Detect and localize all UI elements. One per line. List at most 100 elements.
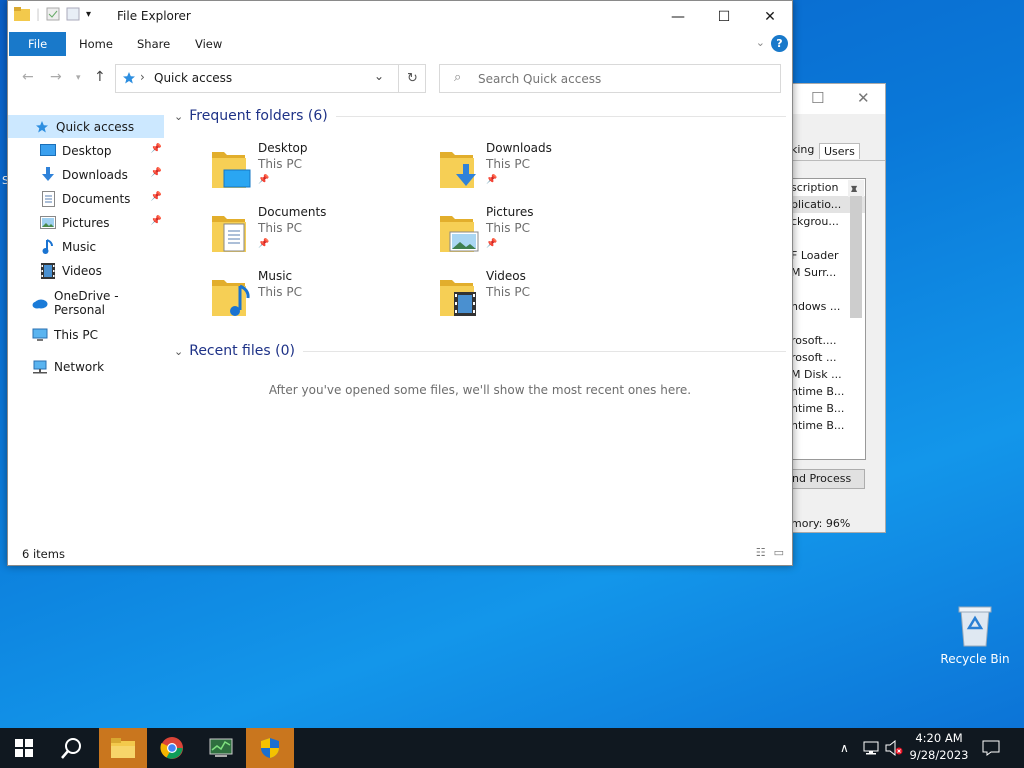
onedrive-icon — [32, 295, 48, 311]
folder-location: This PC — [486, 221, 530, 235]
maximize-icon[interactable]: ☐ — [811, 89, 824, 107]
view-toggle: ☷ ▭ — [756, 546, 784, 559]
minimize-button[interactable]: — — [655, 1, 701, 32]
new-folder-icon[interactable] — [66, 7, 80, 21]
tab-home[interactable]: Home — [65, 32, 127, 56]
action-center-button[interactable] — [982, 728, 1000, 768]
up-icon[interactable]: ↑ — [94, 69, 106, 85]
process-row[interactable]: rosoft ... — [791, 349, 865, 366]
tab-file[interactable]: File — [9, 32, 67, 56]
nav-this-pc[interactable]: This PC — [8, 323, 164, 346]
folder-location: This PC — [258, 221, 302, 235]
nav-onedrive[interactable]: OneDrive - Personal — [8, 289, 164, 317]
folder-tile-downloads[interactable]: Downloads This PC 📌 — [438, 141, 658, 202]
address-dropdown-icon[interactable]: ⌄ — [374, 69, 384, 83]
scroll-thumb[interactable] — [850, 196, 862, 318]
search-button[interactable] — [48, 728, 96, 768]
nav-documents[interactable]: Documents 📌 — [8, 187, 164, 210]
desktop-folder-icon — [212, 152, 251, 188]
folder-location: This PC — [258, 285, 302, 299]
nav-label: Downloads — [62, 167, 128, 182]
folder-tile-documents[interactable]: Documents This PC 📌 — [210, 205, 430, 266]
start-button[interactable] — [0, 728, 48, 768]
volume-tray-icon[interactable] — [885, 728, 903, 768]
nav-pictures[interactable]: Pictures 📌 — [8, 211, 164, 234]
end-process-button[interactable]: nd Process — [791, 469, 865, 489]
nav-label: Quick access — [56, 119, 135, 134]
process-row[interactable]: ntime B... — [791, 400, 865, 417]
customize-qat-icon[interactable]: ▾ — [86, 9, 91, 20]
nav-label: This PC — [54, 327, 98, 342]
refresh-icon[interactable]: ↻ — [398, 65, 426, 92]
tab-users[interactable]: Users — [819, 143, 860, 159]
section-title: Frequent folders (6) — [189, 108, 328, 124]
network-tray-icon[interactable] — [862, 728, 880, 768]
scroll-down-icon[interactable]: ▼ — [851, 180, 857, 197]
process-list-scrollbar[interactable]: ▲ ▼ — [848, 180, 864, 318]
shield-icon — [261, 738, 279, 758]
recycle-bin[interactable]: Recycle Bin — [940, 604, 1010, 666]
pin-icon: 📌 — [150, 216, 162, 226]
nav-network[interactable]: Network — [8, 355, 164, 378]
videos-icon — [40, 262, 56, 279]
close-icon[interactable]: ✕ — [857, 89, 870, 107]
properties-icon[interactable] — [46, 7, 60, 21]
nav-desktop[interactable]: Desktop 📌 — [8, 139, 164, 162]
folder-tile-pictures[interactable]: Pictures This PC 📌 — [438, 205, 658, 266]
forward-icon[interactable]: → — [50, 69, 62, 85]
taskbar-file-explorer[interactable] — [99, 728, 147, 768]
nav-label: Desktop — [62, 143, 112, 158]
tab-share[interactable]: Share — [123, 32, 184, 56]
process-row[interactable]: ntime B... — [791, 417, 865, 434]
search-input[interactable] — [478, 69, 768, 89]
nav-videos[interactable]: Videos — [8, 259, 164, 282]
search-icon — [61, 738, 81, 759]
recent-files-header[interactable]: ⌄ Recent files (0) — [174, 343, 786, 359]
file-explorer-window[interactable]: | ▾ File Explorer — ☐ ✕ File Home Share … — [7, 0, 793, 566]
taskbar-chrome[interactable] — [148, 728, 196, 768]
pin-icon: 📌 — [486, 175, 498, 185]
pictures-icon — [40, 215, 56, 231]
clock-date: 9/28/2023 — [909, 748, 969, 762]
process-row[interactable]: ntime B... — [791, 383, 865, 400]
address-bar[interactable]: › Quick access ⌄ ↻ — [115, 64, 426, 93]
tab-networking[interactable]: king — [791, 143, 814, 156]
tab-view[interactable]: View — [181, 32, 236, 56]
show-hidden-icons[interactable]: ∧ — [840, 728, 849, 768]
process-list[interactable]: scription plicatio... ckgrou... F Loader M S… — [791, 178, 866, 460]
back-icon[interactable]: ← — [22, 69, 34, 85]
breadcrumb[interactable]: Quick access — [154, 71, 232, 85]
quick-access-star-icon — [34, 119, 50, 135]
folder-name: Music — [258, 269, 293, 283]
recent-locations-icon[interactable]: ▾ — [76, 73, 81, 83]
close-button[interactable]: ✕ — [747, 1, 793, 32]
details-view-icon[interactable]: ☷ — [756, 546, 766, 559]
nav-music[interactable]: Music — [8, 235, 164, 258]
search-box[interactable]: ⌕ — [439, 64, 781, 93]
navigation-bar: ← → ▾ ↑ › Quick access ⌄ ↻ ⌕ — [8, 56, 792, 100]
ribbon: File Home Share View ⌄ ? — [8, 32, 792, 56]
process-row[interactable]: M Disk ... — [791, 366, 865, 383]
taskbar-task-manager[interactable] — [197, 728, 245, 768]
folder-tile-music[interactable]: Music This PC — [210, 269, 430, 330]
recent-files-empty-message: After you've opened some files, we'll sh… — [268, 383, 692, 397]
network-icon — [32, 359, 48, 375]
large-icons-view-icon[interactable]: ▭ — [774, 546, 784, 559]
breadcrumb-separator-icon[interactable]: › — [140, 70, 145, 84]
task-manager-window[interactable]: ☐ ✕ king Users scription plicatio... ckgro… — [790, 83, 886, 533]
maximize-button[interactable]: ☐ — [701, 1, 747, 32]
folder-tile-videos[interactable]: Videos This PC — [438, 269, 658, 330]
nav-quick-access[interactable]: Quick access — [8, 115, 164, 138]
help-icon[interactable]: ? — [771, 35, 788, 52]
folder-location: This PC — [486, 157, 530, 171]
pin-icon: 📌 — [258, 175, 270, 185]
frequent-folders-header[interactable]: ⌄ Frequent folders (6) — [174, 108, 786, 124]
nav-downloads[interactable]: Downloads 📌 — [8, 163, 164, 186]
pin-icon: 📌 — [486, 239, 498, 249]
notification-icon — [982, 740, 1000, 756]
folder-tile-desktop[interactable]: Desktop This PC 📌 — [210, 141, 430, 202]
expand-ribbon-icon[interactable]: ⌄ — [756, 36, 765, 49]
process-row[interactable]: rosoft.... — [791, 332, 865, 349]
clock[interactable]: 4:20 AM 9/28/2023 — [906, 730, 972, 764]
taskbar-uac[interactable] — [246, 728, 294, 768]
